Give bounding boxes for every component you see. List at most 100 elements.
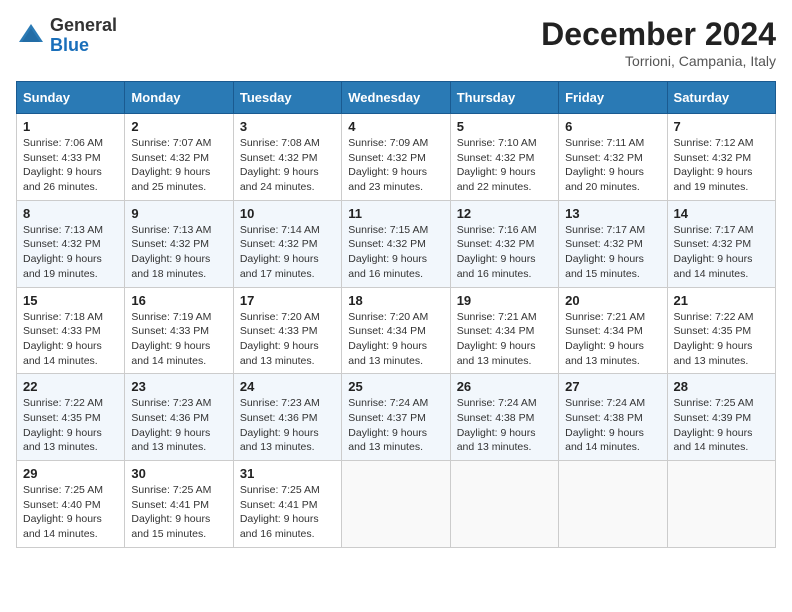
day-number: 6 (565, 119, 660, 134)
calendar-cell: 16 Sunrise: 7:19 AM Sunset: 4:33 PM Dayl… (125, 287, 233, 374)
day-number: 20 (565, 293, 660, 308)
calendar-header-row: SundayMondayTuesdayWednesdayThursdayFrid… (17, 82, 776, 114)
day-number: 19 (457, 293, 552, 308)
day-number: 14 (674, 206, 769, 221)
calendar-cell: 3 Sunrise: 7:08 AM Sunset: 4:32 PM Dayli… (233, 114, 341, 201)
column-header-tuesday: Tuesday (233, 82, 341, 114)
day-info: Sunrise: 7:25 AM Sunset: 4:41 PM Dayligh… (240, 483, 335, 542)
calendar-cell: 19 Sunrise: 7:21 AM Sunset: 4:34 PM Dayl… (450, 287, 558, 374)
day-info: Sunrise: 7:22 AM Sunset: 4:35 PM Dayligh… (23, 396, 118, 455)
calendar-cell: 6 Sunrise: 7:11 AM Sunset: 4:32 PM Dayli… (559, 114, 667, 201)
calendar-week-row: 1 Sunrise: 7:06 AM Sunset: 4:33 PM Dayli… (17, 114, 776, 201)
day-info: Sunrise: 7:25 AM Sunset: 4:40 PM Dayligh… (23, 483, 118, 542)
day-number: 1 (23, 119, 118, 134)
day-info: Sunrise: 7:20 AM Sunset: 4:33 PM Dayligh… (240, 310, 335, 369)
day-number: 21 (674, 293, 769, 308)
column-header-sunday: Sunday (17, 82, 125, 114)
day-info: Sunrise: 7:12 AM Sunset: 4:32 PM Dayligh… (674, 136, 769, 195)
day-number: 15 (23, 293, 118, 308)
day-number: 31 (240, 466, 335, 481)
calendar-cell: 13 Sunrise: 7:17 AM Sunset: 4:32 PM Dayl… (559, 200, 667, 287)
calendar-cell: 29 Sunrise: 7:25 AM Sunset: 4:40 PM Dayl… (17, 461, 125, 548)
day-number: 27 (565, 379, 660, 394)
day-number: 23 (131, 379, 226, 394)
column-header-saturday: Saturday (667, 82, 775, 114)
day-info: Sunrise: 7:07 AM Sunset: 4:32 PM Dayligh… (131, 136, 226, 195)
location: Torrioni, Campania, Italy (541, 53, 776, 69)
day-number: 16 (131, 293, 226, 308)
day-info: Sunrise: 7:17 AM Sunset: 4:32 PM Dayligh… (565, 223, 660, 282)
day-info: Sunrise: 7:14 AM Sunset: 4:32 PM Dayligh… (240, 223, 335, 282)
day-info: Sunrise: 7:17 AM Sunset: 4:32 PM Dayligh… (674, 223, 769, 282)
calendar-cell: 5 Sunrise: 7:10 AM Sunset: 4:32 PM Dayli… (450, 114, 558, 201)
calendar-week-row: 29 Sunrise: 7:25 AM Sunset: 4:40 PM Dayl… (17, 461, 776, 548)
day-info: Sunrise: 7:23 AM Sunset: 4:36 PM Dayligh… (131, 396, 226, 455)
calendar-cell (342, 461, 450, 548)
day-number: 9 (131, 206, 226, 221)
calendar-cell: 24 Sunrise: 7:23 AM Sunset: 4:36 PM Dayl… (233, 374, 341, 461)
day-number: 25 (348, 379, 443, 394)
calendar-cell: 20 Sunrise: 7:21 AM Sunset: 4:34 PM Dayl… (559, 287, 667, 374)
calendar-cell: 30 Sunrise: 7:25 AM Sunset: 4:41 PM Dayl… (125, 461, 233, 548)
day-info: Sunrise: 7:13 AM Sunset: 4:32 PM Dayligh… (131, 223, 226, 282)
month-title: December 2024 (541, 16, 776, 53)
day-number: 13 (565, 206, 660, 221)
day-info: Sunrise: 7:18 AM Sunset: 4:33 PM Dayligh… (23, 310, 118, 369)
calendar-cell: 25 Sunrise: 7:24 AM Sunset: 4:37 PM Dayl… (342, 374, 450, 461)
day-number: 22 (23, 379, 118, 394)
day-info: Sunrise: 7:13 AM Sunset: 4:32 PM Dayligh… (23, 223, 118, 282)
day-number: 12 (457, 206, 552, 221)
day-info: Sunrise: 7:15 AM Sunset: 4:32 PM Dayligh… (348, 223, 443, 282)
column-header-thursday: Thursday (450, 82, 558, 114)
logo-icon (16, 21, 46, 51)
calendar-cell: 11 Sunrise: 7:15 AM Sunset: 4:32 PM Dayl… (342, 200, 450, 287)
column-header-friday: Friday (559, 82, 667, 114)
day-info: Sunrise: 7:25 AM Sunset: 4:41 PM Dayligh… (131, 483, 226, 542)
day-number: 17 (240, 293, 335, 308)
day-info: Sunrise: 7:23 AM Sunset: 4:36 PM Dayligh… (240, 396, 335, 455)
day-info: Sunrise: 7:25 AM Sunset: 4:39 PM Dayligh… (674, 396, 769, 455)
day-info: Sunrise: 7:08 AM Sunset: 4:32 PM Dayligh… (240, 136, 335, 195)
day-info: Sunrise: 7:20 AM Sunset: 4:34 PM Dayligh… (348, 310, 443, 369)
calendar-cell: 4 Sunrise: 7:09 AM Sunset: 4:32 PM Dayli… (342, 114, 450, 201)
calendar-cell (667, 461, 775, 548)
column-header-monday: Monday (125, 82, 233, 114)
calendar-cell: 10 Sunrise: 7:14 AM Sunset: 4:32 PM Dayl… (233, 200, 341, 287)
title-block: December 2024 Torrioni, Campania, Italy (541, 16, 776, 69)
calendar-cell: 9 Sunrise: 7:13 AM Sunset: 4:32 PM Dayli… (125, 200, 233, 287)
calendar-cell: 8 Sunrise: 7:13 AM Sunset: 4:32 PM Dayli… (17, 200, 125, 287)
calendar-cell: 22 Sunrise: 7:22 AM Sunset: 4:35 PM Dayl… (17, 374, 125, 461)
day-info: Sunrise: 7:24 AM Sunset: 4:38 PM Dayligh… (565, 396, 660, 455)
calendar-table: SundayMondayTuesdayWednesdayThursdayFrid… (16, 81, 776, 548)
logo-general-text: General (50, 15, 117, 35)
day-number: 3 (240, 119, 335, 134)
calendar-cell: 27 Sunrise: 7:24 AM Sunset: 4:38 PM Dayl… (559, 374, 667, 461)
day-info: Sunrise: 7:21 AM Sunset: 4:34 PM Dayligh… (565, 310, 660, 369)
calendar-cell: 28 Sunrise: 7:25 AM Sunset: 4:39 PM Dayl… (667, 374, 775, 461)
calendar-cell (559, 461, 667, 548)
calendar-week-row: 15 Sunrise: 7:18 AM Sunset: 4:33 PM Dayl… (17, 287, 776, 374)
day-info: Sunrise: 7:24 AM Sunset: 4:37 PM Dayligh… (348, 396, 443, 455)
calendar-cell: 2 Sunrise: 7:07 AM Sunset: 4:32 PM Dayli… (125, 114, 233, 201)
day-number: 11 (348, 206, 443, 221)
calendar-cell: 17 Sunrise: 7:20 AM Sunset: 4:33 PM Dayl… (233, 287, 341, 374)
calendar-cell (450, 461, 558, 548)
day-info: Sunrise: 7:06 AM Sunset: 4:33 PM Dayligh… (23, 136, 118, 195)
calendar-week-row: 8 Sunrise: 7:13 AM Sunset: 4:32 PM Dayli… (17, 200, 776, 287)
calendar-cell: 1 Sunrise: 7:06 AM Sunset: 4:33 PM Dayli… (17, 114, 125, 201)
day-info: Sunrise: 7:16 AM Sunset: 4:32 PM Dayligh… (457, 223, 552, 282)
calendar-cell: 15 Sunrise: 7:18 AM Sunset: 4:33 PM Dayl… (17, 287, 125, 374)
calendar-cell: 31 Sunrise: 7:25 AM Sunset: 4:41 PM Dayl… (233, 461, 341, 548)
day-info: Sunrise: 7:19 AM Sunset: 4:33 PM Dayligh… (131, 310, 226, 369)
day-number: 24 (240, 379, 335, 394)
calendar-cell: 14 Sunrise: 7:17 AM Sunset: 4:32 PM Dayl… (667, 200, 775, 287)
day-number: 26 (457, 379, 552, 394)
calendar-cell: 26 Sunrise: 7:24 AM Sunset: 4:38 PM Dayl… (450, 374, 558, 461)
day-number: 5 (457, 119, 552, 134)
day-info: Sunrise: 7:11 AM Sunset: 4:32 PM Dayligh… (565, 136, 660, 195)
day-number: 30 (131, 466, 226, 481)
day-number: 8 (23, 206, 118, 221)
day-number: 7 (674, 119, 769, 134)
calendar-cell: 21 Sunrise: 7:22 AM Sunset: 4:35 PM Dayl… (667, 287, 775, 374)
day-number: 10 (240, 206, 335, 221)
